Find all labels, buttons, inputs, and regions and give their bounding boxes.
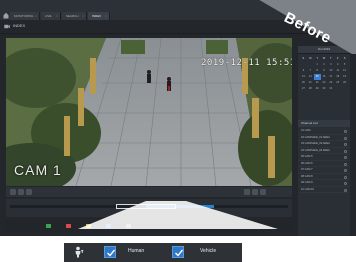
list-item-label: 08 CAM 8 xyxy=(301,174,313,178)
status-icon xyxy=(344,175,347,179)
person-figure xyxy=(167,77,171,91)
status-icon xyxy=(344,169,347,172)
calendar-day[interactable]: 29 xyxy=(314,86,321,92)
status-icon xyxy=(344,130,347,133)
list-item-label: 10 CAM 10 xyxy=(301,187,314,191)
person-filter-icon xyxy=(75,246,84,258)
status-icon xyxy=(344,136,347,140)
calendar-day[interactable]: 28 xyxy=(307,86,314,92)
zoom-out-button[interactable] xyxy=(244,189,250,195)
status-icon xyxy=(344,182,347,185)
list-item-label: 03 CAM/SAFE_02 AREA xyxy=(301,142,330,145)
tab-search[interactable]: SEARCH × xyxy=(62,12,87,20)
tab-index[interactable]: INDEX × xyxy=(88,12,110,20)
list-item-label: 05 CAM 5 xyxy=(301,155,313,158)
list-item-label: 07 CAM 7 xyxy=(301,168,313,171)
human-checkbox[interactable] xyxy=(104,246,116,258)
status-icon xyxy=(344,188,347,192)
zoom-in-button[interactable] xyxy=(252,189,258,195)
list-item-label: 09 CAM 9 xyxy=(301,181,313,184)
video-viewport[interactable]: 2019-12-11 15:51:30 CAM 1 xyxy=(6,38,292,186)
calendar-day[interactable]: 27 xyxy=(300,86,307,92)
tab-monitoring[interactable]: MONITORING × xyxy=(10,12,40,20)
vehicle-label: Vehicle xyxy=(200,248,217,254)
close-icon[interactable]: × xyxy=(56,12,58,20)
close-icon[interactable]: × xyxy=(82,12,84,20)
playback-controls xyxy=(6,187,292,197)
legend-swatch xyxy=(66,224,71,228)
camera-label: CAM 1 xyxy=(14,162,62,178)
calendar-grid: S M T W T F S 1 2 3 4 5 6 7 8 9 10 11 12 13 14 15 16 17 18 19 20 21… xyxy=(300,56,348,98)
calendar-day[interactable]: 30 xyxy=(321,86,328,92)
close-icon[interactable]: × xyxy=(35,12,37,20)
tab-live[interactable]: LIVE × xyxy=(41,12,61,20)
list-item-label: 04 CAM/SAFE_03 AREA xyxy=(301,148,330,152)
calendar-day[interactable]: 26 xyxy=(341,80,348,86)
status-icon xyxy=(344,149,347,153)
object-filter-bar: Human Vehicle xyxy=(64,243,242,262)
close-icon[interactable]: × xyxy=(105,12,107,20)
status-icon xyxy=(344,143,347,146)
camera-icon xyxy=(4,24,10,29)
calendar-day[interactable]: 31 xyxy=(327,86,334,92)
list-item[interactable]: 10 CAM 10 xyxy=(298,187,350,193)
stop-button[interactable] xyxy=(26,189,32,195)
page-title: INDEX xyxy=(13,23,26,28)
human-label: Human xyxy=(128,248,145,254)
list-item-label: 01 CAM xyxy=(301,129,311,132)
pause-button[interactable] xyxy=(18,189,24,195)
person-figure xyxy=(147,70,151,83)
play-button[interactable] xyxy=(10,189,16,195)
video-timestamp: 2019-12-11 15:51:30 xyxy=(201,58,292,68)
channel-list: 01 CAM 02 CAM/SAFE_01 AREA 03 CAM/SAFE_02 … xyxy=(298,128,350,193)
fullscreen-button[interactable] xyxy=(260,189,266,195)
legend-swatch xyxy=(46,224,51,228)
home-icon[interactable] xyxy=(3,12,9,19)
zoom-callout xyxy=(76,199,280,229)
status-icon xyxy=(344,162,347,166)
side-panel: Oct 2019 S M T W T F S 1 2 3 4 5 6 7 8 9 10 11 12 13 14 15 16 1… xyxy=(298,46,350,236)
channel-list-header: Channel List xyxy=(298,120,350,127)
list-item-label: 02 CAM/SAFE_01 AREA xyxy=(301,135,330,139)
calendar-day[interactable]: 25 xyxy=(334,80,341,86)
status-icon xyxy=(344,156,347,159)
list-item-label: 06 CAM 6 xyxy=(301,161,313,165)
vehicle-checkbox[interactable] xyxy=(172,246,184,258)
